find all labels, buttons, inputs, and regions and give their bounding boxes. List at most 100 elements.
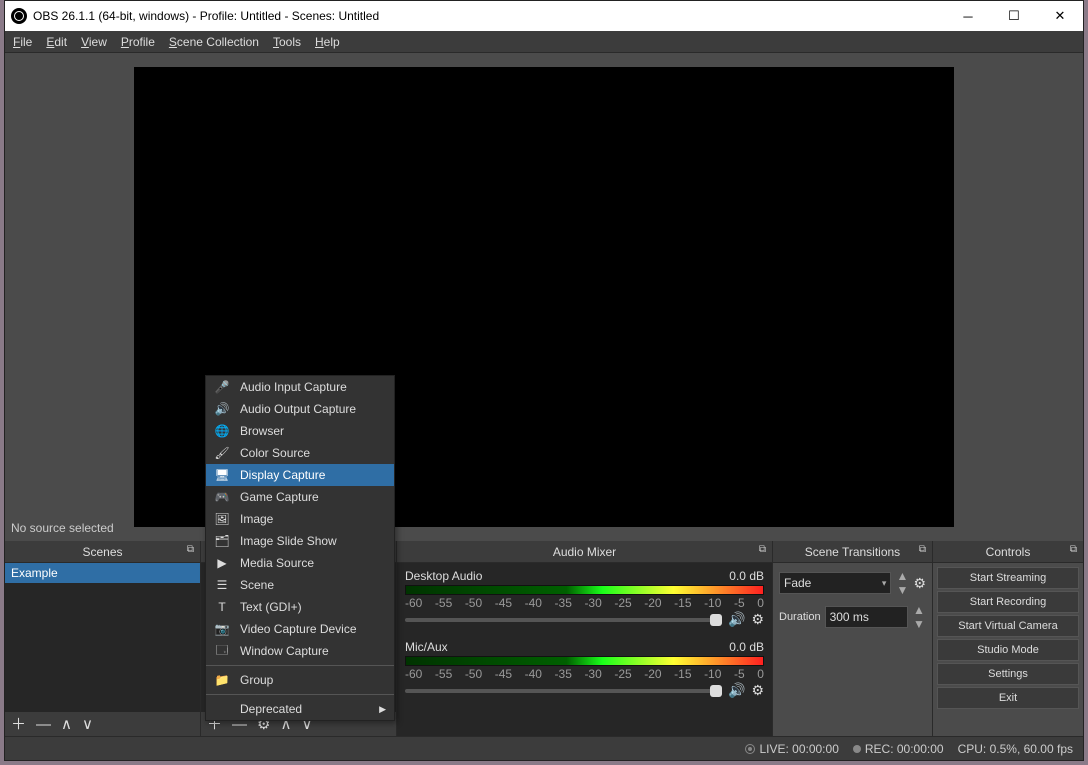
transition-select[interactable]: Fade ▾ bbox=[779, 572, 891, 594]
transition-spin[interactable]: ▲▼ bbox=[895, 569, 909, 597]
dock-icon[interactable]: ⧉ bbox=[1070, 544, 1077, 555]
play-icon: ▶ bbox=[214, 556, 230, 570]
folder-icon: 📁 bbox=[214, 673, 230, 687]
controls-panel: Controls ⧉ Start Streaming Start Recordi… bbox=[933, 541, 1083, 736]
ctx-label: Game Capture bbox=[240, 490, 319, 504]
window-close-button[interactable]: ✕ bbox=[1037, 1, 1083, 31]
transitions-panel-header[interactable]: Scene Transitions ⧉ bbox=[773, 541, 932, 563]
ctx-item-audio-input-capture[interactable]: 🎤Audio Input Capture bbox=[206, 376, 394, 398]
ctx-item-media-source[interactable]: ▶ Media Source bbox=[206, 552, 394, 574]
transitions-panel: Scene Transitions ⧉ Fade ▾ ▲▼ ⚙ Duration… bbox=[773, 541, 933, 736]
gamepad-icon: 🎮 bbox=[214, 490, 230, 504]
ctx-item-color-source[interactable]: 🖌Color Source bbox=[206, 442, 394, 464]
ctx-label: Audio Output Capture bbox=[240, 402, 356, 416]
speaker-icon[interactable]: 🔊 bbox=[728, 682, 745, 699]
scene-remove-button[interactable]: — bbox=[36, 717, 51, 732]
menu-scene-collection[interactable]: Scene Collection bbox=[169, 35, 259, 49]
mixer-track-mic: Mic/Aux 0.0 dB -60-55-50-45-40-35-30-25-… bbox=[405, 640, 764, 699]
status-live: LIVE: 00:00:00 bbox=[745, 742, 838, 756]
scenes-list[interactable]: Example bbox=[5, 563, 200, 712]
volume-slider[interactable] bbox=[405, 689, 722, 693]
menu-tools[interactable]: Tools bbox=[273, 35, 301, 49]
window-minimize-button[interactable]: ─ bbox=[945, 1, 991, 31]
ctx-item-game-capture[interactable]: 🎮 Game Capture bbox=[206, 486, 394, 508]
audio-meter bbox=[405, 656, 764, 666]
dock-icon[interactable]: ⧉ bbox=[919, 544, 926, 555]
ctx-label: Window Capture bbox=[240, 644, 329, 658]
ctx-label: Image bbox=[240, 512, 273, 526]
settings-button[interactable]: Settings bbox=[937, 663, 1079, 685]
scene-item-example[interactable]: Example bbox=[5, 563, 200, 583]
gear-icon[interactable]: ⚙ bbox=[751, 682, 764, 699]
dock-icon[interactable]: ⧉ bbox=[187, 544, 194, 555]
track-name: Mic/Aux bbox=[405, 640, 448, 654]
start-virtual-camera-button[interactable]: Start Virtual Camera bbox=[937, 615, 1079, 637]
ctx-item-group[interactable]: 📁 Group bbox=[206, 669, 394, 691]
scenes-footer: ＋ — ∧ ∨ bbox=[5, 712, 200, 736]
dock-icon[interactable]: ⧉ bbox=[759, 544, 766, 555]
ctx-item-browser[interactable]: 🌐 Browser bbox=[206, 420, 394, 442]
monitor-icon: 🖥 bbox=[214, 468, 230, 482]
start-recording-button[interactable]: Start Recording bbox=[937, 591, 1079, 613]
ctx-item-scene[interactable]: ☰Scene bbox=[206, 574, 394, 596]
ctx-item-display-capture[interactable]: 🖥Display Capture bbox=[206, 464, 394, 486]
window-title: OBS 26.1.1 (64-bit, windows) - Profile: … bbox=[33, 9, 945, 23]
ctx-label: Media Source bbox=[240, 556, 314, 570]
menu-edit[interactable]: Edit bbox=[46, 35, 67, 49]
duration-spin[interactable]: ▲▼ bbox=[912, 603, 926, 631]
scene-move-up-button[interactable]: ∧ bbox=[61, 717, 72, 732]
scene-move-down-button[interactable]: ∨ bbox=[82, 717, 93, 732]
duration-input[interactable]: 300 ms bbox=[825, 606, 908, 628]
chevron-right-icon: ▶ bbox=[379, 704, 386, 715]
scene-add-button[interactable]: ＋ bbox=[11, 717, 26, 732]
window-maximize-button[interactable]: ☐ bbox=[991, 1, 1037, 31]
preview-area: No source selected bbox=[5, 53, 1083, 541]
window-icon: 🗔 bbox=[214, 641, 230, 662]
obs-main-window: OBS 26.1.1 (64-bit, windows) - Profile: … bbox=[4, 0, 1084, 761]
gear-icon[interactable]: ⚙ bbox=[913, 575, 926, 592]
speaker-icon[interactable]: 🔊 bbox=[728, 611, 745, 628]
menu-file[interactable]: File bbox=[13, 35, 32, 49]
ctx-label: Browser bbox=[240, 424, 284, 438]
ctx-item-window-capture[interactable]: 🗔 Window Capture bbox=[206, 640, 394, 662]
studio-mode-button[interactable]: Studio Mode bbox=[937, 639, 1079, 661]
meter-ticks: -60-55-50-45-40-35-30-25-20-15-10-50 bbox=[405, 595, 764, 607]
ctx-label: Audio Input Capture bbox=[240, 380, 347, 394]
exit-button[interactable]: Exit bbox=[937, 687, 1079, 709]
add-source-context-menu: 🎤Audio Input Capture🔊Audio Output Captur… bbox=[205, 375, 395, 721]
ctx-item-text-gdi-[interactable]: T Text (GDI+) bbox=[206, 596, 394, 618]
status-cpu: CPU: 0.5%, 60.00 fps bbox=[958, 742, 1073, 756]
audio-meter bbox=[405, 585, 764, 595]
globe-icon: 🌐 bbox=[214, 424, 230, 438]
mixer-panel-header[interactable]: Audio Mixer ⧉ bbox=[397, 541, 772, 563]
menubar: File Edit View Profile Scene Collection … bbox=[5, 31, 1083, 53]
ctx-label: Text (GDI+) bbox=[240, 600, 302, 614]
ctx-item-audio-output-capture[interactable]: 🔊Audio Output Capture bbox=[206, 398, 394, 420]
menu-profile[interactable]: Profile bbox=[121, 35, 155, 49]
volume-slider[interactable] bbox=[405, 618, 722, 622]
audio-mixer-panel: Audio Mixer ⧉ Desktop Audio 0.0 dB -60-5… bbox=[397, 541, 773, 736]
ctx-item-image-slide-show[interactable]: 🗂Image Slide Show bbox=[206, 530, 394, 552]
camera-icon: 📷 bbox=[214, 622, 230, 636]
text-icon: T bbox=[214, 600, 230, 614]
ctx-label: Video Capture Device bbox=[240, 622, 357, 636]
slides-icon: 🗂 bbox=[214, 534, 230, 548]
ctx-item-deprecated[interactable]: Deprecated▶ bbox=[206, 698, 394, 720]
gear-icon[interactable]: ⚙ bbox=[751, 611, 764, 628]
menu-help[interactable]: Help bbox=[315, 35, 340, 49]
scenes-panel-header[interactable]: Scenes ⧉ bbox=[5, 541, 200, 563]
start-streaming-button[interactable]: Start Streaming bbox=[937, 567, 1079, 589]
dock-panels: Scenes ⧉ Example ＋ — ∧ ∨ Sources ⧉ ＋ — bbox=[5, 541, 1083, 736]
scenes-panel: Scenes ⧉ Example ＋ — ∧ ∨ bbox=[5, 541, 201, 736]
status-rec: REC: 00:00:00 bbox=[853, 742, 944, 756]
rec-icon bbox=[853, 745, 861, 753]
duration-label: Duration bbox=[779, 611, 821, 623]
chevron-down-icon: ▾ bbox=[882, 578, 887, 589]
menu-view[interactable]: View bbox=[81, 35, 107, 49]
ctx-item-image[interactable]: 🖼Image bbox=[206, 508, 394, 530]
controls-panel-header[interactable]: Controls ⧉ bbox=[933, 541, 1083, 563]
ctx-label: Scene bbox=[240, 578, 274, 592]
ctx-item-video-capture-device[interactable]: 📷 Video Capture Device bbox=[206, 618, 394, 640]
ctx-label: Group bbox=[240, 673, 273, 687]
window-titlebar[interactable]: OBS 26.1.1 (64-bit, windows) - Profile: … bbox=[5, 1, 1083, 31]
